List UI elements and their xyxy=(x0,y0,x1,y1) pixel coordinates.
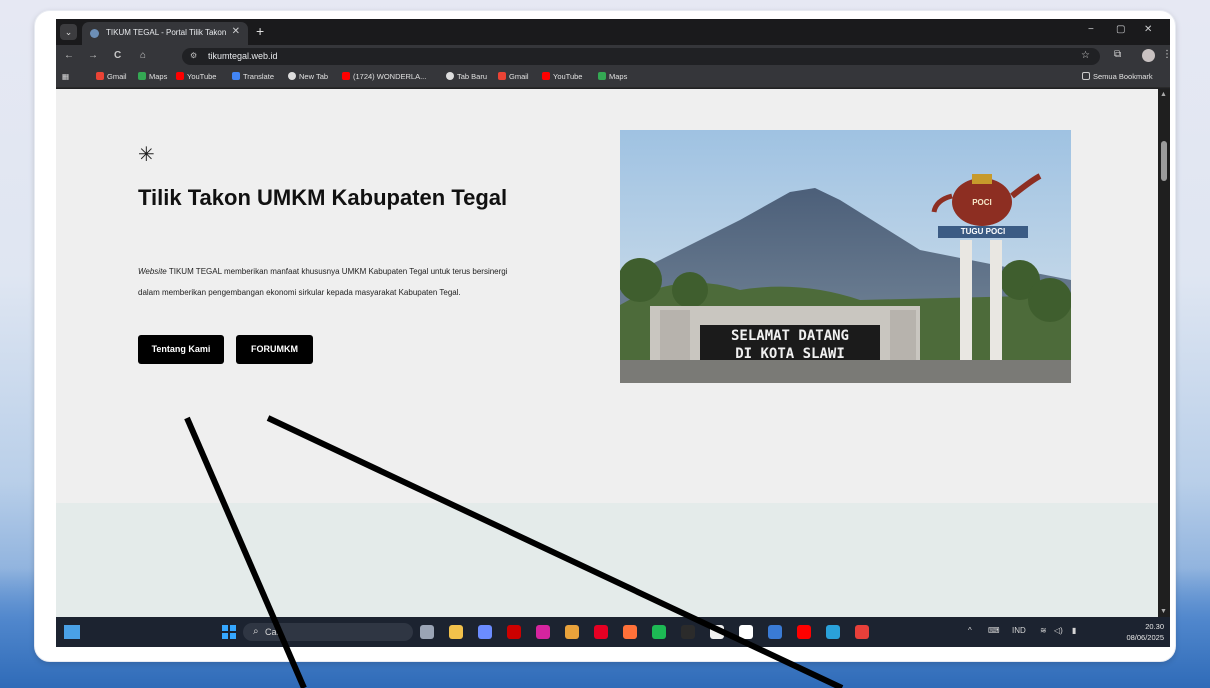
sign-line1: SELAMAT DATANG xyxy=(730,328,849,344)
files-icon[interactable] xyxy=(739,625,753,639)
new-tab-button[interactable]: + xyxy=(256,23,264,39)
instagram-icon[interactable] xyxy=(536,625,550,639)
taskbar-search[interactable]: ⌕ Cari xyxy=(243,623,413,641)
welcome-sign: SELAMAT DATANG DI KOTA SLAWI xyxy=(700,327,880,363)
youtube-icon xyxy=(342,72,350,80)
bookmark-item[interactable]: Tab Baru xyxy=(446,72,487,81)
extensions-icon[interactable]: ⧉ xyxy=(1114,49,1121,60)
maximize-button[interactable]: ▢ xyxy=(1116,24,1125,35)
all-bookmarks-folder[interactable]: Semua Bookmark xyxy=(1082,72,1153,81)
copilot-icon[interactable] xyxy=(478,625,492,639)
apps-grid-icon[interactable]: ▦ xyxy=(62,72,69,81)
clock-time: 20.30 xyxy=(1145,622,1164,631)
tray-chevron-icon[interactable]: ^ xyxy=(968,626,972,635)
bookmark-item[interactable]: New Tab xyxy=(288,72,328,81)
clock[interactable]: 20.30 08/06/2025 xyxy=(1126,621,1164,643)
scroll-down-icon[interactable]: ▼ xyxy=(1160,608,1167,615)
widgets-icon[interactable] xyxy=(64,625,80,639)
hero-image: SELAMAT DATANG DI KOTA SLAWI TUGU POCI P… xyxy=(620,130,1071,383)
pinterest-icon[interactable] xyxy=(594,625,608,639)
tab-title: TIKUM TEGAL - Portal Tilik Takon xyxy=(106,28,226,37)
bookmark-item[interactable]: Maps xyxy=(598,72,627,81)
asterisk-icon: ✳ xyxy=(138,142,155,166)
gmail-icon xyxy=(498,72,506,80)
file-explorer-icon[interactable] xyxy=(449,625,463,639)
telegram-icon[interactable] xyxy=(826,625,840,639)
tab-search-button[interactable]: ⌄ xyxy=(60,24,77,40)
windows-start-icon[interactable] xyxy=(222,625,236,639)
forumkm-button[interactable]: FORUMKM xyxy=(236,335,313,364)
illustrator-icon[interactable] xyxy=(507,625,521,639)
chrome-icon[interactable] xyxy=(565,625,579,639)
bookmark-item[interactable]: YouTube xyxy=(176,72,216,81)
bookmark-item[interactable]: Maps xyxy=(138,72,167,81)
close-window-button[interactable]: ✕ xyxy=(1144,24,1152,35)
globe-icon xyxy=(288,72,296,80)
bookmarks-bar: ▦ Gmail Maps YouTube Translate New Tab (… xyxy=(56,68,1170,88)
firefox-icon[interactable] xyxy=(623,625,637,639)
wifi-icon[interactable]: ≋ xyxy=(1040,626,1047,635)
gmail-icon xyxy=(96,72,104,80)
tab-strip: ⌄ TIKUM TEGAL - Portal Tilik Takon ✕ + −… xyxy=(56,19,1170,45)
task-view-icon[interactable] xyxy=(420,625,434,639)
site-info-icon[interactable]: ⚙ xyxy=(190,51,197,60)
page-title: Tilik Takon UMKM Kabupaten Tegal xyxy=(138,185,508,210)
description-italic: Website xyxy=(138,267,167,276)
volume-icon[interactable]: ◁) xyxy=(1054,626,1063,635)
browser-tab[interactable]: TIKUM TEGAL - Portal Tilik Takon ✕ xyxy=(82,22,248,45)
bookmark-item[interactable]: Gmail xyxy=(498,72,529,81)
forward-button[interactable]: → xyxy=(88,50,98,61)
bookmark-item[interactable]: YouTube xyxy=(542,72,582,81)
language-indicator[interactable]: IND xyxy=(1012,626,1026,635)
url-text: tikumtegal.web.id xyxy=(208,51,278,61)
profile-avatar[interactable] xyxy=(1142,49,1155,62)
back-button[interactable]: ← xyxy=(64,50,74,61)
bookmark-star-icon[interactable]: ☆ xyxy=(1081,50,1090,61)
browser-menu-icon[interactable]: ⋮ xyxy=(1162,49,1170,60)
address-bar[interactable]: ⚙ tikumtegal.web.id ☆ xyxy=(182,48,1100,65)
section-band xyxy=(56,503,1158,617)
bookmark-item[interactable]: Translate xyxy=(232,72,274,81)
search-icon: ⌕ xyxy=(253,626,259,637)
address-row: ← → C ⌂ ⚙ tikumtegal.web.id ☆ ⧉ ⋮ xyxy=(56,45,1170,68)
favicon-icon xyxy=(90,29,99,38)
translate-icon xyxy=(232,72,240,80)
spotify-icon[interactable] xyxy=(652,625,666,639)
minimize-button[interactable]: − xyxy=(1088,24,1094,35)
battery-icon[interactable]: ▮ xyxy=(1072,626,1076,635)
page-scrollbar[interactable]: ▲ ▼ xyxy=(1158,89,1170,617)
reload-button[interactable]: C xyxy=(114,50,121,61)
monument-label: TUGU POCI xyxy=(960,227,1006,236)
screen: ⌄ TIKUM TEGAL - Portal Tilik Takon ✕ + −… xyxy=(56,19,1170,647)
maps-icon xyxy=(138,72,146,80)
wps-icon[interactable] xyxy=(855,625,869,639)
teapot-label: POCI xyxy=(972,198,992,207)
taskbar: ⌕ Cari ^ ⌨ IND ≋ ◁) ▮ 20.30 08/06/2025 xyxy=(56,617,1170,647)
scroll-thumb[interactable] xyxy=(1161,141,1167,181)
scroll-up-icon[interactable]: ▲ xyxy=(1160,91,1167,98)
maps-icon xyxy=(598,72,606,80)
page-viewport: ✳ Tilik Takon UMKM Kabupaten Tegal Websi… xyxy=(56,89,1158,617)
close-tab-icon[interactable]: ✕ xyxy=(232,26,240,37)
tentang-kami-button[interactable]: Tentang Kami xyxy=(138,335,224,364)
globe-icon xyxy=(446,72,454,80)
sign-line2: DI KOTA SLAWI xyxy=(735,346,845,362)
bookmark-item[interactable]: Gmail xyxy=(96,72,127,81)
docs-icon[interactable] xyxy=(710,625,724,639)
youtube-icon xyxy=(542,72,550,80)
media-icon[interactable] xyxy=(681,625,695,639)
keyboard-icon[interactable]: ⌨ xyxy=(988,626,1000,635)
youtube-icon xyxy=(176,72,184,80)
search-placeholder: Cari xyxy=(265,627,282,637)
bookmark-item[interactable]: (1724) WONDERLA... xyxy=(342,72,426,81)
youtube-icon[interactable] xyxy=(797,625,811,639)
home-button[interactable]: ⌂ xyxy=(140,50,146,61)
description-text: TIKUM TEGAL memberikan manfaat khususnya… xyxy=(138,267,508,297)
page-description: Website TIKUM TEGAL memberikan manfaat k… xyxy=(138,261,508,303)
folder-icon xyxy=(1082,72,1090,80)
store-icon[interactable] xyxy=(768,625,782,639)
clock-date: 08/06/2025 xyxy=(1126,633,1164,642)
